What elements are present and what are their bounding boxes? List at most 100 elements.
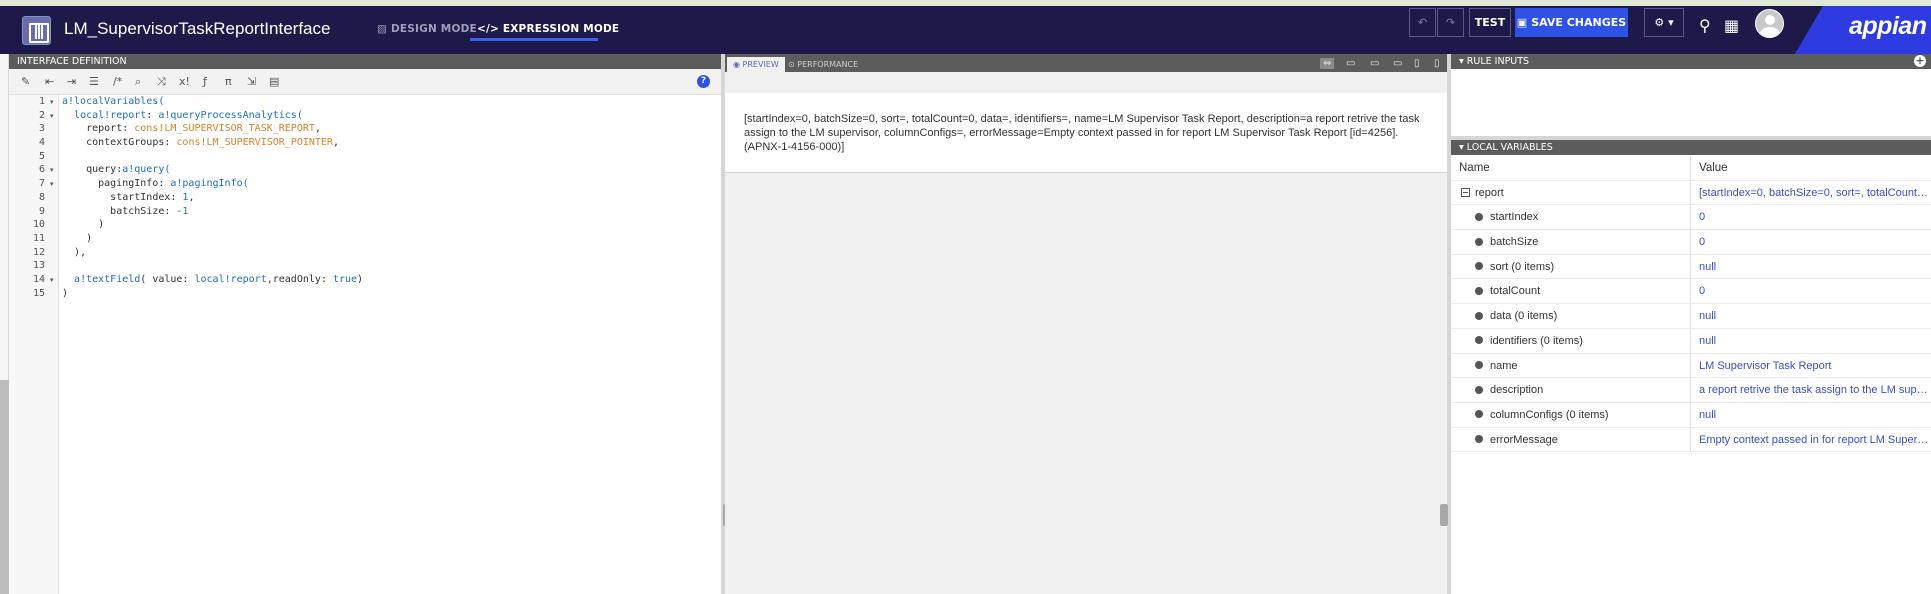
variable-value[interactable]: null <box>1692 304 1930 328</box>
variable-name-label: data (0 items) <box>1490 310 1558 323</box>
table-row[interactable]: description a report retrive the task as… <box>1451 378 1931 403</box>
table-row[interactable]: sort (0 items) null <box>1451 254 1931 280</box>
add-rule-input-icon[interactable]: + <box>1914 55 1926 67</box>
code-line[interactable]: contextGroups: cons!LM_SUPERVISOR_POINTE… <box>62 137 339 148</box>
variable-icon[interactable]: x! <box>179 75 190 88</box>
variable-value[interactable]: a report retrive the task assign to the … <box>1692 378 1930 402</box>
variable-name: data (0 items) <box>1451 304 1691 328</box>
local-variables-table: Name Value report [startIndex=0, batchSi… <box>1451 156 1931 453</box>
table-row[interactable]: data (0 items) null <box>1451 304 1931 329</box>
code-line[interactable]: ) <box>62 288 68 299</box>
variable-value[interactable]: null <box>1692 403 1930 427</box>
tablet-icon[interactable]: ▯ <box>1414 58 1420 69</box>
desktop-icon[interactable]: ▭ <box>1370 58 1379 69</box>
tab-performance[interactable]: ⊙ PERFORMANCE <box>782 57 864 72</box>
list-icon[interactable]: ☰ <box>89 75 99 88</box>
rule-inputs-header[interactable]: ▾ RULE INPUTS <box>1451 54 1931 69</box>
variable-name-label: batchSize <box>1490 236 1539 249</box>
table-row[interactable]: report [startIndex=0, batchSize=0, sort=… <box>1451 180 1931 206</box>
variable-value[interactable]: LM Supervisor Task Report <box>1692 354 1930 378</box>
variable-value[interactable]: null <box>1692 329 1930 353</box>
pi-icon[interactable]: π <box>225 75 232 88</box>
magic-wand-icon[interactable]: ✎ <box>21 75 30 88</box>
function-icon[interactable]: ƒ <box>203 75 207 88</box>
tab-preview-label: PREVIEW <box>742 60 779 69</box>
code-line[interactable]: ), <box>62 247 86 258</box>
code-line[interactable]: a!textField( value: local!report,readOnl… <box>62 274 363 285</box>
undo-button[interactable]: ↶ <box>1409 8 1436 37</box>
left-edge-scroll <box>0 380 9 594</box>
phone-icon[interactable]: ▯ <box>1434 58 1440 69</box>
table-row[interactable]: startIndex 0 <box>1451 205 1931 231</box>
fold-toggle-icon[interactable]: ▾ <box>50 112 54 120</box>
code-line[interactable] <box>62 260 68 271</box>
expression-mode-tab[interactable]: </> EXPRESSION MODE <box>477 23 619 35</box>
test-button[interactable]: TEST <box>1469 8 1511 37</box>
object-search-icon[interactable]: ⚲ <box>1699 16 1711 35</box>
table-row[interactable]: identifiers (0 items) null <box>1451 328 1931 354</box>
variable-value[interactable]: 0 <box>1692 279 1930 303</box>
design-mode-tab[interactable]: ▨ DESIGN MODE <box>377 23 477 35</box>
page-title: LM_SupervisorTaskReportInterface <box>64 19 331 38</box>
variable-value[interactable]: Empty context passed in for report LM Su… <box>1692 428 1930 452</box>
design-mode-label: DESIGN MODE <box>390 23 477 35</box>
code-line[interactable]: local!report: a!queryProcessAnalytics( <box>62 110 303 121</box>
fold-toggle-icon[interactable]: ▾ <box>50 276 54 284</box>
outdent-icon[interactable]: ⇤ <box>45 75 54 88</box>
app-grid-icon[interactable]: ▦ <box>1724 16 1739 35</box>
line-number: 3 <box>38 123 45 134</box>
indent-icon[interactable]: ⇥ <box>67 75 76 88</box>
code-line[interactable]: report: cons!LM_SUPERVISOR_TASK_REPORT, <box>62 123 321 134</box>
table-row[interactable]: batchSize 0 <box>1451 230 1931 255</box>
variable-name: columnConfigs (0 items) <box>1451 402 1691 427</box>
table-row[interactable]: totalCount 0 <box>1451 279 1931 305</box>
variable-name: totalCount <box>1451 279 1691 304</box>
code-line[interactable]: ) <box>62 233 92 244</box>
table-row[interactable]: errorMessage Empty context passed in for… <box>1451 427 1931 453</box>
variable-value[interactable]: 0 <box>1692 230 1930 254</box>
export-icon[interactable]: ⇲ <box>247 75 256 88</box>
variable-name-label: sort (0 items) <box>1490 260 1555 273</box>
variable-name-label: columnConfigs (0 items) <box>1490 408 1609 421</box>
save-changes-button[interactable]: ▣ SAVE CHANGES <box>1515 8 1628 37</box>
fit-width-icon[interactable]: ⇔ <box>1320 58 1335 69</box>
avatar[interactable] <box>1755 9 1784 38</box>
code-line[interactable] <box>62 151 68 162</box>
variable-value[interactable]: null <box>1692 255 1930 279</box>
monitor-icon[interactable]: ▭ <box>1393 58 1402 69</box>
code-line[interactable]: a!localVariables( <box>62 96 164 107</box>
code-line[interactable]: batchSize: -1 <box>62 206 188 217</box>
collapse-icon[interactable] <box>1461 187 1470 197</box>
variable-name: batchSize <box>1451 230 1691 254</box>
local-variables-header[interactable]: ▾ LOCAL VARIABLES <box>1451 140 1931 155</box>
save-icon: ▣ <box>1516 16 1528 29</box>
code-line[interactable]: startIndex: 1, <box>62 192 194 203</box>
search-icon[interactable]: ⌕ <box>135 75 141 89</box>
dictionary-icon[interactable]: ▤ <box>269 75 279 88</box>
tab-preview[interactable]: ◉ PREVIEW <box>727 57 785 72</box>
redo-button[interactable]: ↷ <box>1437 8 1464 37</box>
shuffle-icon[interactable]: ⤨ <box>157 75 166 89</box>
fold-toggle-icon[interactable]: ▾ <box>50 180 54 188</box>
desktop-wide-icon[interactable]: ▭ <box>1346 58 1355 69</box>
line-number: 10 <box>32 219 45 230</box>
table-row[interactable]: name LM Supervisor Task Report <box>1451 353 1931 379</box>
code-line[interactable]: pagingInfo: a!pagingInfo( <box>62 178 249 189</box>
variable-name-label: description <box>1490 384 1544 397</box>
comment-icon[interactable]: /* <box>113 75 122 88</box>
variable-name-label: totalCount <box>1490 285 1541 298</box>
splitter-handle[interactable] <box>1440 504 1448 526</box>
code-line[interactable]: query:a!query( <box>62 164 170 175</box>
bullet-icon <box>1475 237 1483 246</box>
settings-menu-button[interactable]: ⚙ ▾ <box>1644 8 1684 37</box>
code-line[interactable]: ) <box>62 219 104 230</box>
help-icon[interactable]: ? <box>697 75 710 88</box>
line-number: 9 <box>38 206 45 217</box>
variable-value[interactable]: [startIndex=0, batchSize=0, sort=, total… <box>1692 181 1930 205</box>
table-row[interactable]: columnConfigs (0 items) null <box>1451 402 1931 428</box>
save-changes-label: SAVE CHANGES <box>1531 16 1627 29</box>
variable-value[interactable]: 0 <box>1692 205 1930 229</box>
fold-toggle-icon[interactable]: ▾ <box>50 98 54 106</box>
variable-name: sort (0 items) <box>1451 254 1691 279</box>
fold-toggle-icon[interactable]: ▾ <box>50 166 54 174</box>
